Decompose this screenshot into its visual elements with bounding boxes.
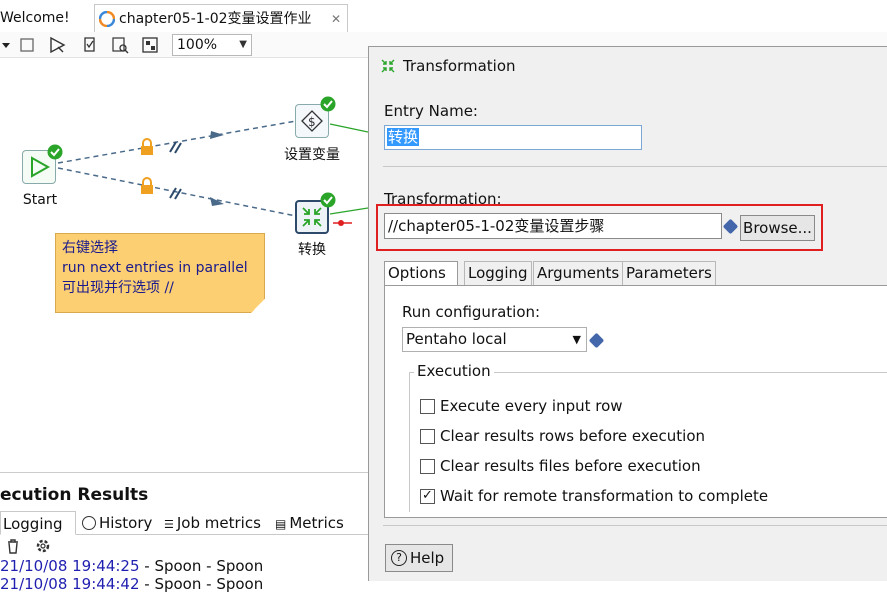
log-text: - Spoon - Spoon xyxy=(139,557,264,575)
editor-tab-bar: Welcome! chapter05-1-02变量设置作业 ✕ xyxy=(0,0,887,32)
help-label: Help xyxy=(410,549,445,567)
checkbox-label: Execute every input row xyxy=(440,397,623,415)
zoom-select[interactable]: 100% ▼ xyxy=(172,34,252,56)
transformation-path-value: //chapter05-1-02变量设置步骤 xyxy=(388,217,605,235)
checkbox[interactable] xyxy=(420,399,435,414)
tab-logging-label: Logging xyxy=(3,515,63,533)
history-icon xyxy=(82,516,96,530)
align-icon[interactable] xyxy=(140,35,160,55)
execution-group-label: Execution xyxy=(414,362,494,380)
tab-welcome[interactable]: Welcome! xyxy=(0,4,70,32)
note-line: run next entries in parallel xyxy=(62,260,248,276)
entry-name-field[interactable]: 转换 xyxy=(384,125,642,150)
job-canvas[interactable]: Start $ 设置变量 转换 右键选择 run next entries in… xyxy=(0,58,368,472)
lock-icon xyxy=(141,138,153,155)
checkbox-label: Clear results rows before execution xyxy=(440,427,706,445)
transformation-icon xyxy=(381,59,395,73)
checkbox-label: Wait for remote transformation to comple… xyxy=(440,487,769,505)
log-output: 21/10/08 19:44:25 - Spoon - Spoon 21/10/… xyxy=(0,557,263,593)
tab-job-metrics[interactable]: ☰ Job metrics xyxy=(162,511,261,535)
close-icon[interactable]: ✕ xyxy=(331,5,341,33)
analyze-icon[interactable] xyxy=(110,35,130,55)
dialog-tabs: Options Logging Arguments Parameters xyxy=(384,261,887,286)
gear-icon[interactable] xyxy=(34,537,52,555)
divider xyxy=(383,525,887,526)
transformation-path-field[interactable]: //chapter05-1-02变量设置步骤 xyxy=(384,213,722,239)
dropdown-arrow-icon[interactable] xyxy=(0,35,20,55)
tab-job-label: chapter05-1-02变量设置作业 xyxy=(119,11,312,27)
trash-icon[interactable] xyxy=(4,537,22,555)
help-button[interactable]: ? Help xyxy=(385,544,453,572)
hop-arrow-2 xyxy=(210,197,224,206)
parallel-icon xyxy=(169,141,182,154)
check-badge-icon xyxy=(47,144,63,160)
start-node-label: Start xyxy=(22,192,58,208)
checkbox[interactable] xyxy=(420,429,435,444)
chevron-down-icon: ▼ xyxy=(239,39,247,50)
divider xyxy=(383,166,887,167)
log-line: 21/10/08 19:44:25 - Spoon - Spoon xyxy=(0,557,263,575)
hop-arrow-1 xyxy=(210,131,224,139)
set-variables-label: 设置变量 xyxy=(284,147,340,163)
tab-history[interactable]: History xyxy=(80,511,152,535)
stop-icon[interactable] xyxy=(18,35,38,55)
run-configuration-select[interactable]: Pentaho local ▼ xyxy=(402,327,587,352)
tab-job-metrics-label: Job metrics xyxy=(176,514,261,532)
tab-welcome-label: Welcome! xyxy=(0,10,70,26)
variable-icon[interactable] xyxy=(588,332,605,349)
tab-arguments[interactable]: Arguments xyxy=(533,261,624,285)
transformation-label: 转换 xyxy=(298,242,326,258)
log-line: 21/10/08 19:44:42 - Spoon - Spoon xyxy=(0,575,263,593)
hop-start-transform xyxy=(57,167,297,217)
canvas-note[interactable]: 右键选择 run next entries in parallel 可出现并行选… xyxy=(55,233,265,313)
svg-text:$: $ xyxy=(308,115,316,129)
execution-results-tabs: Logging History ☰ Job metrics ▤ Metrics xyxy=(0,511,368,535)
browse-button[interactable]: Browse... xyxy=(740,215,815,241)
execution-results-title: ecution Results xyxy=(0,485,149,505)
check-icon[interactable] xyxy=(80,35,100,55)
tab-logging[interactable]: Logging xyxy=(0,511,76,535)
tab-parameters[interactable]: Parameters xyxy=(622,261,716,285)
transformation-dialog: Transformation Entry Name: 转换 Transforma… xyxy=(368,46,887,581)
check-badge-icon xyxy=(320,192,336,208)
zoom-value: 100% xyxy=(177,37,218,53)
execution-group: Execution Execute every input row Clear … xyxy=(409,362,887,512)
run-configuration-label: Run configuration: xyxy=(402,303,541,321)
hop-setvars-out xyxy=(329,123,368,133)
preview-icon[interactable] xyxy=(48,35,68,55)
options-panel: Run configuration: Pentaho local ▼ Execu… xyxy=(384,285,887,518)
run-configuration-value: Pentaho local xyxy=(406,330,507,348)
hop-start-setvars xyxy=(57,120,297,164)
log-timestamp: 21/10/08 19:44:25 xyxy=(0,557,140,575)
checkbox[interactable] xyxy=(420,459,435,474)
tab-history-label: History xyxy=(99,514,153,532)
parallel-icon xyxy=(169,187,182,200)
hop-transform-out xyxy=(329,207,368,215)
list-icon: ☰ xyxy=(164,518,174,531)
tab-options[interactable]: Options xyxy=(384,261,458,286)
checkbox-label: Clear results files before execution xyxy=(440,457,701,475)
job-icon xyxy=(99,11,115,27)
entry-name-value: 转换 xyxy=(387,128,420,146)
help-icon: ? xyxy=(391,550,407,566)
execution-results-panel: ecution Results Logging History ☰ Job met… xyxy=(0,472,368,593)
tab-job[interactable]: chapter05-1-02变量设置作业 ✕ xyxy=(94,4,348,32)
log-text: - Spoon - Spoon xyxy=(139,575,264,593)
tab-metrics-label: Metrics xyxy=(289,514,344,532)
check-badge-icon xyxy=(320,96,336,112)
note-line: 可出现并行选项 // xyxy=(62,280,174,296)
log-timestamp: 21/10/08 19:44:42 xyxy=(0,575,140,593)
lock-icon xyxy=(141,177,153,194)
entry-name-label: Entry Name: xyxy=(384,102,478,120)
tab-logging[interactable]: Logging xyxy=(464,261,532,285)
metrics-icon: ▤ xyxy=(275,517,287,531)
checkbox-checked[interactable]: ✓ xyxy=(420,489,435,504)
tab-metrics[interactable]: ▤ Metrics xyxy=(273,511,344,535)
chevron-down-icon: ▼ xyxy=(572,333,581,346)
note-line: 右键选择 xyxy=(62,240,118,256)
dialog-title: Transformation xyxy=(403,57,516,75)
